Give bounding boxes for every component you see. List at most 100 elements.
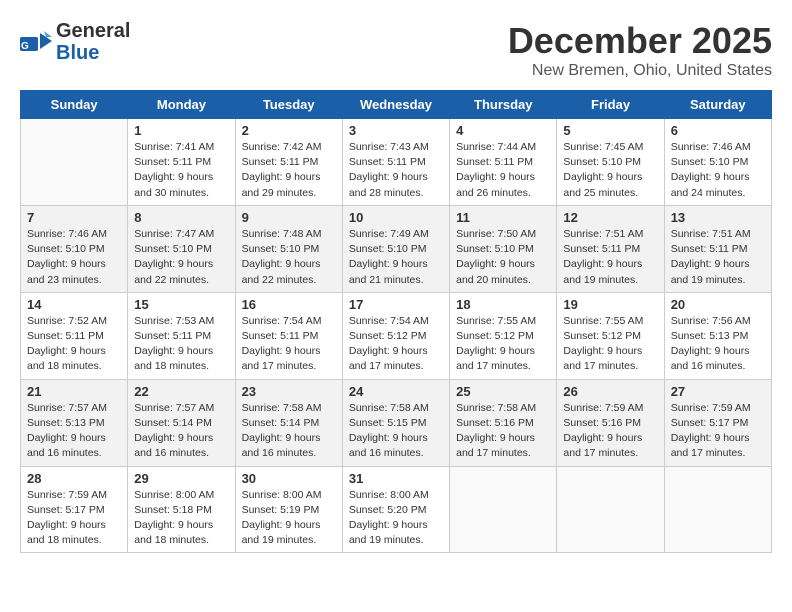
title-block: December 2025 New Bremen, Ohio, United S… xyxy=(508,20,772,80)
calendar-cell: 6Sunrise: 7:46 AMSunset: 5:10 PMDaylight… xyxy=(664,119,771,206)
day-header-friday: Friday xyxy=(557,91,664,119)
calendar-header-row: SundayMondayTuesdayWednesdayThursdayFrid… xyxy=(21,91,772,119)
location: New Bremen, Ohio, United States xyxy=(508,62,772,80)
day-number: 12 xyxy=(563,210,657,225)
day-number: 13 xyxy=(671,210,765,225)
day-number: 31 xyxy=(349,471,443,486)
day-number: 26 xyxy=(563,384,657,399)
day-info: Sunrise: 7:51 AMSunset: 5:11 PMDaylight:… xyxy=(563,227,657,288)
day-number: 11 xyxy=(456,210,550,225)
day-info: Sunrise: 7:46 AMSunset: 5:10 PMDaylight:… xyxy=(27,227,121,288)
calendar-cell: 16Sunrise: 7:54 AMSunset: 5:11 PMDayligh… xyxy=(235,292,342,379)
calendar-cell xyxy=(450,466,557,553)
calendar-week-row: 7 Sunrise: 7:46 AMSunset: 5:10 PMDaylight… xyxy=(21,205,772,292)
day-number: 15 xyxy=(134,297,228,312)
day-info: Sunrise: 7:53 AMSunset: 5:11 PMDaylight:… xyxy=(134,314,228,375)
day-info: Sunrise: 7:54 AMSunset: 5:11 PMDaylight:… xyxy=(242,314,336,375)
logo: G General Blue xyxy=(20,20,130,64)
svg-text:G: G xyxy=(21,41,29,52)
calendar-cell: 5Sunrise: 7:45 AMSunset: 5:10 PMDaylight… xyxy=(557,119,664,206)
day-info: Sunrise: 7:59 AMSunset: 5:17 PMDaylight:… xyxy=(27,488,121,549)
calendar-cell: 22 Sunrise: 7:57 AMSunset: 5:14 PMDayligh… xyxy=(128,379,235,466)
calendar-cell: 25 Sunrise: 7:58 AMSunset: 5:16 PMDayligh… xyxy=(450,379,557,466)
day-number: 22 xyxy=(134,384,228,399)
day-info: Sunrise: 8:00 AMSunset: 5:18 PMDaylight:… xyxy=(134,488,228,549)
day-info: Sunrise: 7:59 AMSunset: 5:16 PMDaylight:… xyxy=(563,401,657,462)
calendar-cell xyxy=(21,119,128,206)
calendar-week-row: 21 Sunrise: 7:57 AMSunset: 5:13 PMDayligh… xyxy=(21,379,772,466)
day-info: Sunrise: 7:42 AMSunset: 5:11 PMDaylight:… xyxy=(242,140,336,201)
calendar-cell: 11 Sunrise: 7:50 AMSunset: 5:10 PMDayligh… xyxy=(450,205,557,292)
day-number: 17 xyxy=(349,297,443,312)
calendar-cell: 29 Sunrise: 8:00 AMSunset: 5:18 PMDayligh… xyxy=(128,466,235,553)
calendar-cell: 21 Sunrise: 7:57 AMSunset: 5:13 PMDayligh… xyxy=(21,379,128,466)
calendar-cell: 15 Sunrise: 7:53 AMSunset: 5:11 PMDayligh… xyxy=(128,292,235,379)
day-header-sunday: Sunday xyxy=(21,91,128,119)
day-number: 25 xyxy=(456,384,550,399)
calendar-cell: 10 Sunrise: 7:49 AMSunset: 5:10 PMDayligh… xyxy=(342,205,449,292)
day-header-saturday: Saturday xyxy=(664,91,771,119)
day-info: Sunrise: 7:47 AMSunset: 5:10 PMDaylight:… xyxy=(134,227,228,288)
calendar-cell: 1 Sunrise: 7:41 AMSunset: 5:11 PMDaylight… xyxy=(128,119,235,206)
day-info: Sunrise: 7:56 AMSunset: 5:13 PMDaylight:… xyxy=(671,314,765,375)
day-number: 28 xyxy=(27,471,121,486)
logo-blue: Blue xyxy=(56,42,130,64)
day-info: Sunrise: 8:00 AMSunset: 5:20 PMDaylight:… xyxy=(349,488,443,549)
month-title: December 2025 xyxy=(508,20,772,62)
day-number: 19 xyxy=(563,297,657,312)
day-number: 14 xyxy=(27,297,121,312)
calendar-cell: 28 Sunrise: 7:59 AMSunset: 5:17 PMDayligh… xyxy=(21,466,128,553)
day-info: Sunrise: 7:45 AMSunset: 5:10 PMDaylight:… xyxy=(563,140,657,201)
calendar-week-row: 14Sunrise: 7:52 AMSunset: 5:11 PMDayligh… xyxy=(21,292,772,379)
calendar-cell: 26 Sunrise: 7:59 AMSunset: 5:16 PMDayligh… xyxy=(557,379,664,466)
day-number: 18 xyxy=(456,297,550,312)
logo-icon: G xyxy=(20,31,52,53)
calendar-cell: 19Sunrise: 7:55 AMSunset: 5:12 PMDayligh… xyxy=(557,292,664,379)
calendar-cell: 23Sunrise: 7:58 AMSunset: 5:14 PMDayligh… xyxy=(235,379,342,466)
day-info: Sunrise: 7:58 AMSunset: 5:15 PMDaylight:… xyxy=(349,401,443,462)
day-number: 10 xyxy=(349,210,443,225)
day-info: Sunrise: 7:41 AMSunset: 5:11 PMDaylight:… xyxy=(134,140,228,201)
calendar-cell: 14Sunrise: 7:52 AMSunset: 5:11 PMDayligh… xyxy=(21,292,128,379)
logo-general: General xyxy=(56,20,130,42)
day-number: 7 xyxy=(27,210,121,225)
day-number: 29 xyxy=(134,471,228,486)
day-info: Sunrise: 7:48 AMSunset: 5:10 PMDaylight:… xyxy=(242,227,336,288)
day-number: 4 xyxy=(456,123,550,138)
calendar-cell: 8Sunrise: 7:47 AMSunset: 5:10 PMDaylight… xyxy=(128,205,235,292)
day-header-monday: Monday xyxy=(128,91,235,119)
calendar-cell xyxy=(557,466,664,553)
day-info: Sunrise: 7:59 AMSunset: 5:17 PMDaylight:… xyxy=(671,401,765,462)
calendar-cell: 20 Sunrise: 7:56 AMSunset: 5:13 PMDayligh… xyxy=(664,292,771,379)
day-info: Sunrise: 7:49 AMSunset: 5:10 PMDaylight:… xyxy=(349,227,443,288)
day-number: 1 xyxy=(134,123,228,138)
day-number: 27 xyxy=(671,384,765,399)
day-number: 9 xyxy=(242,210,336,225)
day-info: Sunrise: 7:43 AMSunset: 5:11 PMDaylight:… xyxy=(349,140,443,201)
page-header: G General Blue December 2025 New Bremen,… xyxy=(20,20,772,80)
day-number: 21 xyxy=(27,384,121,399)
day-info: Sunrise: 7:58 AMSunset: 5:14 PMDaylight:… xyxy=(242,401,336,462)
calendar-cell: 13Sunrise: 7:51 AMSunset: 5:11 PMDayligh… xyxy=(664,205,771,292)
day-info: Sunrise: 7:57 AMSunset: 5:14 PMDaylight:… xyxy=(134,401,228,462)
day-info: Sunrise: 7:44 AMSunset: 5:11 PMDaylight:… xyxy=(456,140,550,201)
day-info: Sunrise: 7:46 AMSunset: 5:10 PMDaylight:… xyxy=(671,140,765,201)
day-number: 24 xyxy=(349,384,443,399)
day-info: Sunrise: 7:54 AMSunset: 5:12 PMDaylight:… xyxy=(349,314,443,375)
day-number: 20 xyxy=(671,297,765,312)
day-info: Sunrise: 7:50 AMSunset: 5:10 PMDaylight:… xyxy=(456,227,550,288)
day-number: 2 xyxy=(242,123,336,138)
calendar-cell: 3 Sunrise: 7:43 AMSunset: 5:11 PMDaylight… xyxy=(342,119,449,206)
calendar-cell: 30Sunrise: 8:00 AMSunset: 5:19 PMDayligh… xyxy=(235,466,342,553)
day-info: Sunrise: 7:57 AMSunset: 5:13 PMDaylight:… xyxy=(27,401,121,462)
calendar-week-row: 28 Sunrise: 7:59 AMSunset: 5:17 PMDayligh… xyxy=(21,466,772,553)
calendar-cell: 27 Sunrise: 7:59 AMSunset: 5:17 PMDayligh… xyxy=(664,379,771,466)
day-number: 3 xyxy=(349,123,443,138)
calendar-cell: 7 Sunrise: 7:46 AMSunset: 5:10 PMDaylight… xyxy=(21,205,128,292)
calendar-cell: 9 Sunrise: 7:48 AMSunset: 5:10 PMDaylight… xyxy=(235,205,342,292)
calendar-cell xyxy=(664,466,771,553)
day-header-wednesday: Wednesday xyxy=(342,91,449,119)
day-info: Sunrise: 7:58 AMSunset: 5:16 PMDaylight:… xyxy=(456,401,550,462)
calendar-cell: 2 Sunrise: 7:42 AMSunset: 5:11 PMDaylight… xyxy=(235,119,342,206)
day-info: Sunrise: 8:00 AMSunset: 5:19 PMDaylight:… xyxy=(242,488,336,549)
